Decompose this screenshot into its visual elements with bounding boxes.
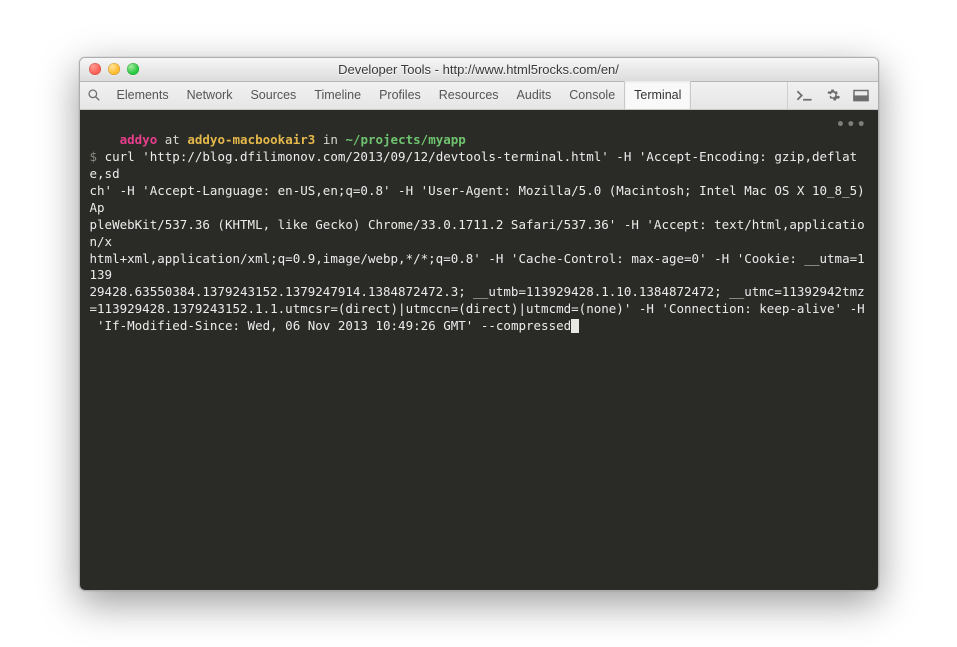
devtools-window: Developer Tools - http://www.html5rocks.…: [79, 57, 879, 591]
tab-console[interactable]: Console: [560, 81, 624, 109]
prompt-host: addyo-macbookair3: [187, 132, 315, 147]
tab-label: Resources: [439, 88, 499, 102]
tab-terminal[interactable]: Terminal: [624, 81, 691, 109]
tab-audits[interactable]: Audits: [508, 81, 561, 109]
prompt-at: at: [157, 132, 187, 147]
tab-label: Audits: [517, 88, 552, 102]
dock-icon[interactable]: [852, 86, 870, 104]
terminal-command-line: html+xml,application/xml;q=0.9,image/web…: [90, 251, 865, 283]
window-titlebar: Developer Tools - http://www.html5rocks.…: [80, 58, 878, 82]
window-minimize-button[interactable]: [108, 63, 120, 75]
tab-label: Network: [187, 88, 233, 102]
devtools-tabs: Elements Network Sources Timeline Profil…: [108, 81, 787, 109]
toolbar-left: [80, 81, 108, 109]
devtools-toolbar: Elements Network Sources Timeline Profil…: [80, 82, 878, 110]
terminal-cursor: [571, 319, 579, 333]
tab-label: Console: [569, 88, 615, 102]
tab-label: Timeline: [314, 88, 361, 102]
terminal-panel[interactable]: ••• addyo at addyo-macbookair3 in ~/proje…: [80, 110, 878, 590]
terminal-command-line: ch' -H 'Accept-Language: en-US,en;q=0.8'…: [90, 183, 873, 215]
terminal-command-line: 29428.63550384.1379243152.1379247914.138…: [90, 284, 865, 316]
tab-label: Sources: [250, 88, 296, 102]
tab-elements[interactable]: Elements: [108, 81, 178, 109]
window-title: Developer Tools - http://www.html5rocks.…: [80, 62, 878, 77]
tab-label: Terminal: [634, 88, 681, 102]
prompt-in: in: [315, 132, 345, 147]
tab-label: Elements: [117, 88, 169, 102]
window-traffic-lights: [80, 63, 139, 75]
tab-sources[interactable]: Sources: [241, 81, 305, 109]
gear-icon[interactable]: [824, 86, 842, 104]
prompt-path: ~/projects/myapp: [345, 132, 465, 147]
tab-label: Profiles: [379, 88, 421, 102]
tab-network[interactable]: Network: [178, 81, 242, 109]
drawer-toggle-icon[interactable]: [796, 86, 814, 104]
search-icon[interactable]: [80, 81, 108, 109]
window-zoom-button[interactable]: [127, 63, 139, 75]
tab-resources[interactable]: Resources: [430, 81, 508, 109]
prompt-user: addyo: [120, 132, 158, 147]
tab-timeline[interactable]: Timeline: [305, 81, 370, 109]
terminal-menu-icon[interactable]: •••: [836, 116, 867, 135]
terminal-command-line: curl 'http://blog.dfilimonov.com/2013/09…: [90, 149, 858, 181]
toolbar-right: [787, 81, 878, 109]
terminal-command-line: 'If-Modified-Since: Wed, 06 Nov 2013 10:…: [90, 318, 572, 333]
prompt-symbol: $: [90, 149, 105, 164]
terminal-command-line: pleWebKit/537.36 (KHTML, like Gecko) Chr…: [90, 217, 865, 249]
tab-profiles[interactable]: Profiles: [370, 81, 430, 109]
window-close-button[interactable]: [89, 63, 101, 75]
